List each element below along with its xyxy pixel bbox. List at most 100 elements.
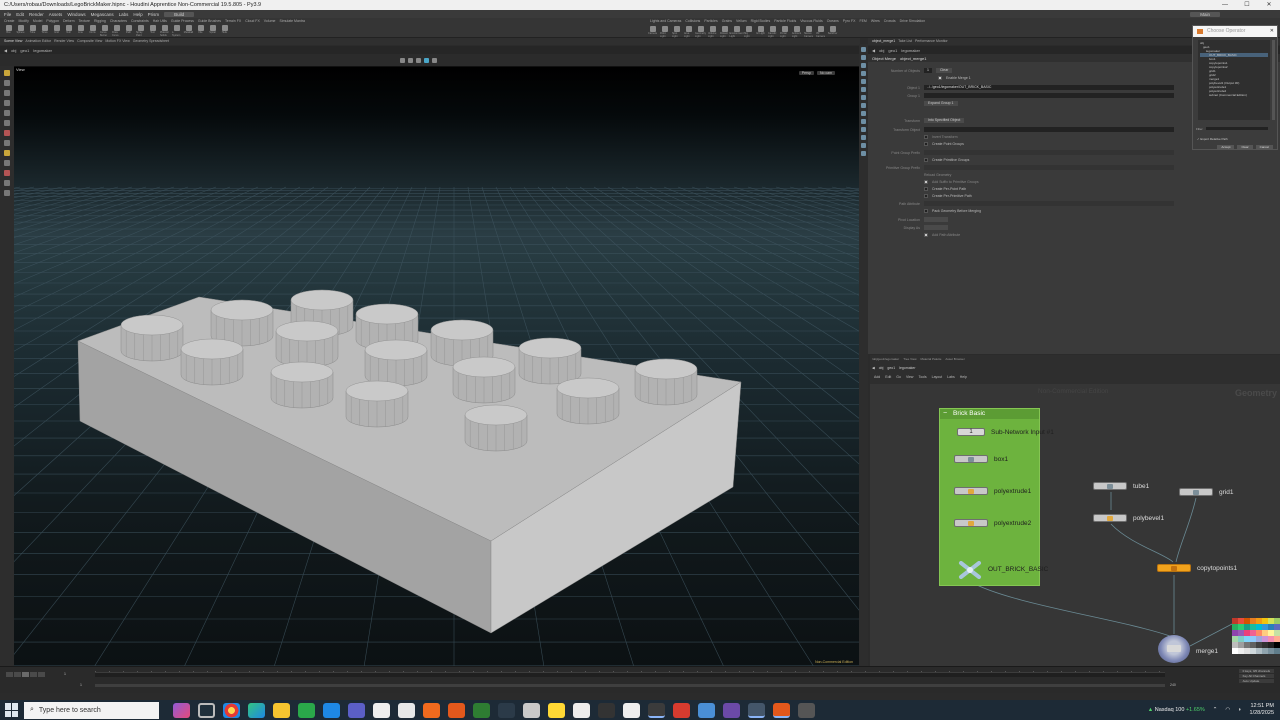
primitive-snap-icon[interactable] [416, 58, 421, 63]
home-icon[interactable] [861, 151, 866, 156]
app-icon[interactable] [398, 702, 415, 718]
desktop-main-selector[interactable]: Main [1190, 11, 1220, 17]
shelf-tool[interactable]: Camera [648, 26, 657, 38]
per-point-path-checkbox[interactable] [924, 187, 928, 191]
shelf-tool[interactable]: Spiral [208, 25, 217, 37]
lasso-tool-icon[interactable] [4, 150, 10, 156]
shelf-tool[interactable]: Distant Light [720, 26, 729, 38]
path-legomaker[interactable]: legomaker [33, 48, 52, 53]
rotate-tool-icon[interactable] [4, 90, 10, 96]
filter-input[interactable] [1205, 127, 1268, 130]
range-end[interactable]: 240 [1170, 683, 1176, 687]
settings-icon[interactable] [573, 702, 590, 718]
shelf-tab[interactable]: Particles [704, 18, 717, 24]
tab-geometry-spreadsheet[interactable]: Geometry Spreadsheet [133, 38, 169, 45]
steam-icon[interactable] [648, 702, 665, 718]
shelf-tool[interactable]: Circle [88, 25, 97, 37]
file-explorer-icon[interactable] [273, 702, 290, 718]
word-icon[interactable] [698, 702, 715, 718]
snap-icon[interactable] [400, 58, 405, 63]
pose-tool-icon[interactable] [4, 120, 10, 126]
shelf-tool[interactable]: Metaball [184, 25, 193, 37]
jump-end-icon[interactable] [38, 672, 45, 677]
wireframe-icon[interactable] [861, 71, 866, 76]
node-box1[interactable]: box1 [954, 454, 1008, 464]
auto-update-menu[interactable]: Auto Update [1238, 679, 1274, 683]
step-back-icon[interactable] [14, 672, 21, 677]
windows-start-button[interactable] [5, 703, 19, 717]
create-primitive-groups-checkbox[interactable] [924, 158, 928, 162]
scene-viewport[interactable]: View Persp No cam Non-Commercial Edition [14, 66, 859, 666]
timeline-track[interactable] [95, 672, 1165, 677]
shelf-tool[interactable]: Draw Curve [112, 25, 121, 37]
add-suffix-checkbox[interactable] [924, 180, 928, 184]
shelf-tab[interactable]: Guide Process [171, 18, 194, 24]
shelf-tool[interactable]: Text [148, 25, 157, 37]
camera-icon[interactable] [432, 58, 437, 63]
shelf-tool[interactable]: Sky Light [744, 26, 753, 38]
path-obj[interactable]: obj [11, 48, 16, 53]
menu-go[interactable]: Go [896, 375, 901, 379]
shelf-tab[interactable]: Collisions [685, 18, 700, 24]
shelf-tool[interactable]: Ambient Light [792, 26, 801, 38]
operator-tree-item[interactable]: subnet (Commercial Edition) [1200, 93, 1268, 97]
shelf-tab[interactable]: Characters [110, 18, 127, 24]
maximize-button[interactable]: ☐ [1236, 0, 1258, 10]
node-subnet-input[interactable]: 1 Sub-Network Input #1 [957, 427, 1054, 437]
flipbook-tool-icon[interactable] [4, 190, 10, 196]
shelf-tab[interactable]: Rigid Bodies [751, 18, 771, 24]
jump-start-icon[interactable] [6, 672, 13, 677]
widget-icon[interactable] [173, 702, 190, 718]
shelf-tab[interactable]: Texture [79, 18, 90, 24]
shading-icon[interactable] [861, 63, 866, 68]
shelf-tool[interactable]: Sphere [16, 25, 25, 37]
shelf-tab[interactable]: Guide Brushes [198, 18, 221, 24]
shelf-tab[interactable]: Particle Fluids [774, 18, 796, 24]
shelf-tab[interactable]: Terrain FX [225, 18, 241, 24]
view-tool-icon[interactable] [4, 140, 10, 146]
spotify-icon[interactable] [298, 702, 315, 718]
sticky-icon[interactable] [548, 702, 565, 718]
tab-performance-monitor[interactable]: Performance Monitor [915, 38, 948, 45]
tray-chevron-icon[interactable]: ⌃ [1213, 707, 1218, 713]
path-geo1[interactable]: geo1 [20, 48, 29, 53]
acrobat-icon[interactable] [673, 702, 690, 718]
tab-take-list[interactable]: Take List [898, 38, 912, 45]
speaker-icon[interactable]: ◗ [1238, 707, 1241, 713]
menu-help[interactable]: Help [960, 375, 967, 379]
chrome-icon[interactable] [223, 702, 240, 718]
uv-display-icon[interactable] [861, 111, 866, 116]
node-out-brick-basic[interactable]: OUT_BRICK_BASIC [988, 564, 1048, 574]
shelf-tab[interactable]: Constraints [131, 18, 149, 24]
menu-add[interactable]: Add [874, 375, 880, 379]
path-attribute-field[interactable] [924, 201, 1174, 206]
shelf-tab[interactable]: Deform [63, 18, 74, 24]
box1-body[interactable] [954, 455, 988, 463]
transform-object-field[interactable] [924, 127, 1174, 132]
scale-tool-icon[interactable] [4, 100, 10, 106]
shelf-tab[interactable]: Oceans [827, 18, 839, 24]
background-icon[interactable] [861, 119, 866, 124]
photos-icon[interactable] [373, 702, 390, 718]
shelf-tool[interactable]: Box [4, 25, 13, 37]
node-polybevel1[interactable]: polybevel1 [1093, 513, 1164, 523]
obs-studio-icon[interactable] [798, 702, 815, 718]
shelf-tab[interactable]: Polygon [46, 18, 59, 24]
persp-menu[interactable]: Persp [798, 71, 814, 75]
shelf-tool[interactable]: File [196, 25, 205, 37]
tab-scene-view[interactable]: Scene View [4, 38, 22, 45]
enable-merge-checkbox[interactable] [938, 76, 942, 80]
menu-megascans[interactable]: Megascans [91, 12, 114, 17]
magnet-tool-icon[interactable] [4, 170, 10, 176]
minimize-button[interactable]: — [1214, 0, 1236, 10]
shelf-tool[interactable]: Helix [220, 25, 229, 37]
back-icon[interactable]: ◀ [4, 48, 7, 53]
menu-windows[interactable]: Windows [67, 12, 85, 17]
shelf-tab[interactable]: Create [4, 18, 15, 24]
move-tool-icon[interactable] [4, 80, 10, 86]
shelf-tool[interactable]: Switcher [828, 26, 837, 38]
pivot-location-menu[interactable] [924, 217, 948, 222]
play-icon[interactable] [22, 672, 29, 677]
houdini-icon[interactable] [448, 702, 465, 718]
shelf-tool[interactable]: Spray Paint [136, 25, 145, 37]
